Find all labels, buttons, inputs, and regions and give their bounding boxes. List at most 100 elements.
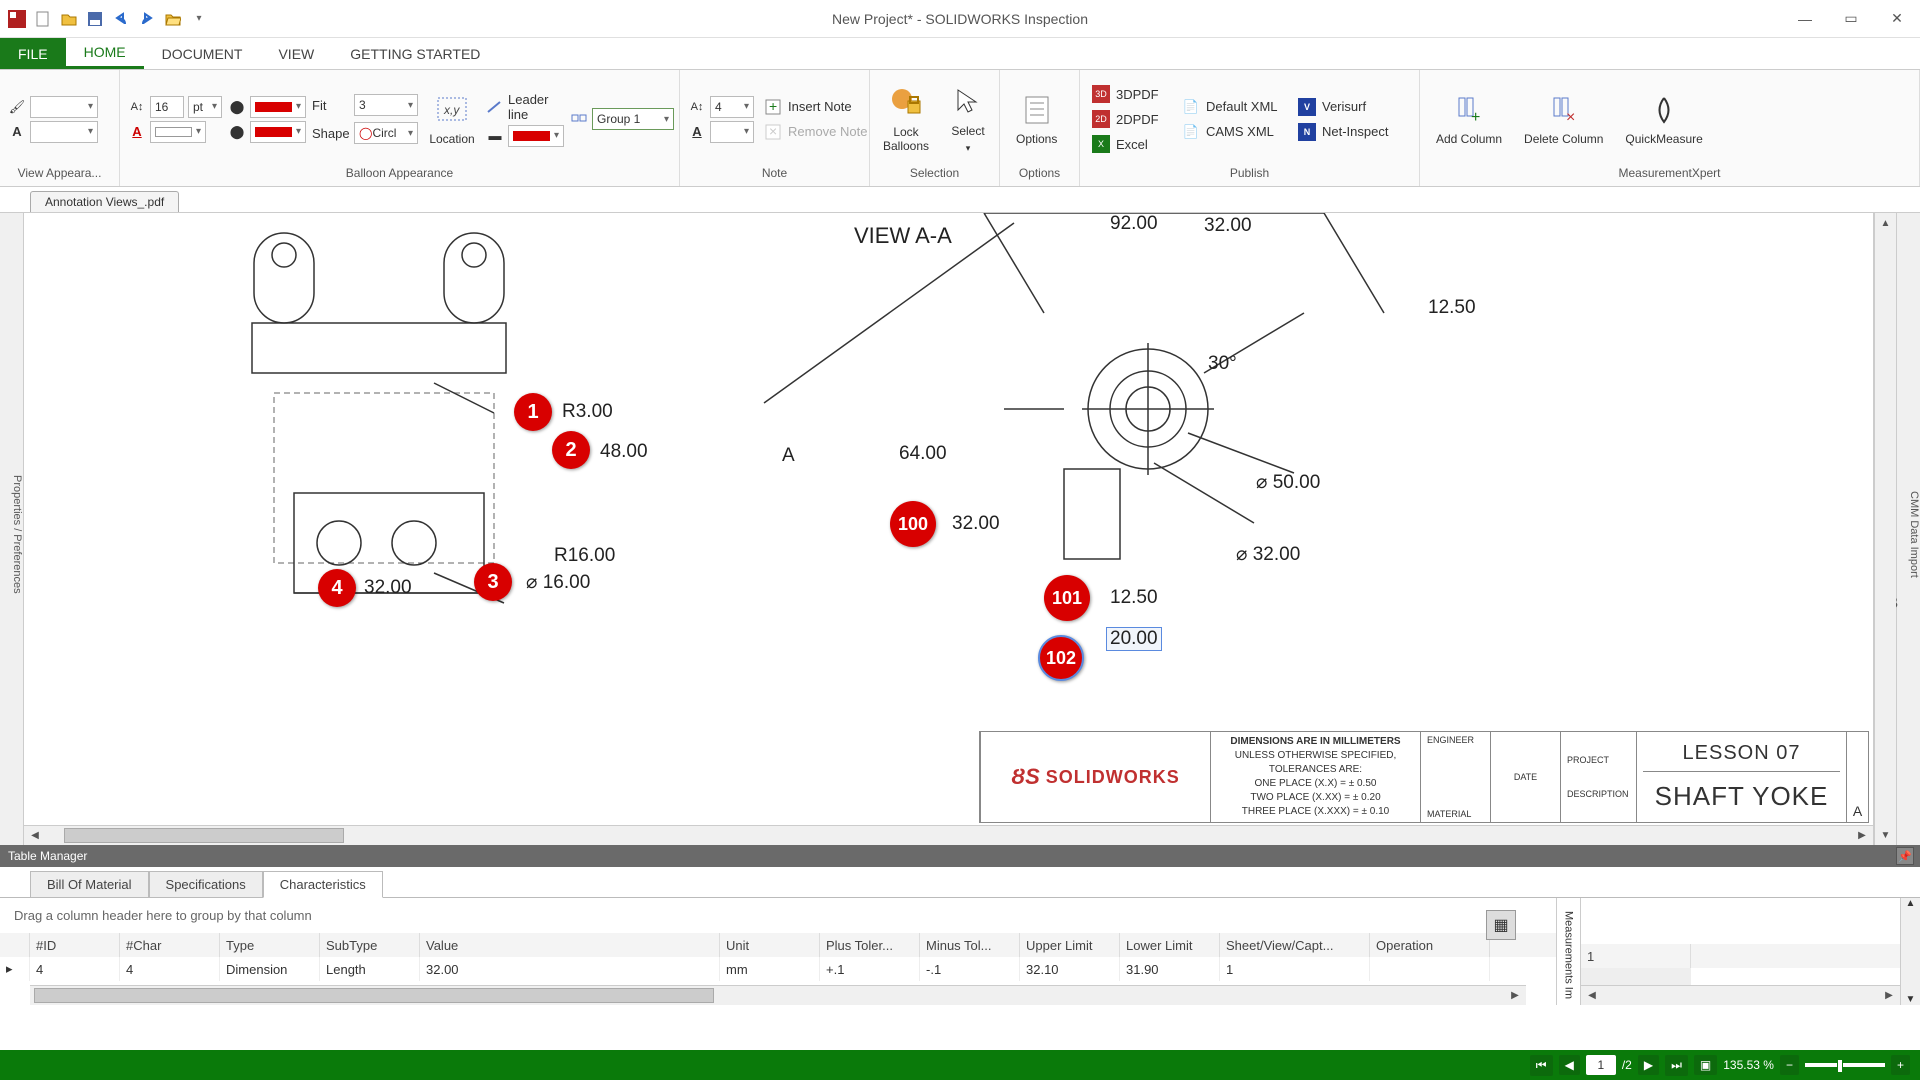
note-font-size[interactable]: 4	[710, 96, 754, 118]
quickmeasure-button[interactable]: QuickMeasure	[1617, 92, 1710, 146]
left-side-panel[interactable]: Properties / Preferences	[0, 213, 24, 845]
options-button[interactable]: Options	[1008, 92, 1065, 146]
nav-first-button[interactable]: ⏮	[1530, 1055, 1553, 1076]
balloon-102[interactable]: 102	[1038, 635, 1084, 681]
side-hscroll[interactable]: ◀▶	[1581, 985, 1900, 1005]
leader-line-toggle[interactable]: Leader line	[486, 92, 564, 122]
save-icon[interactable]	[84, 8, 106, 30]
balloon-2[interactable]: 2	[552, 431, 590, 469]
col-id[interactable]: #ID	[30, 933, 120, 957]
maximize-button[interactable]: ▭	[1828, 0, 1874, 38]
file-tab[interactable]: FILE	[0, 38, 66, 69]
col-lower[interactable]: Lower Limit	[1120, 933, 1220, 957]
zoom-slider[interactable]	[1805, 1063, 1885, 1067]
measurements-side-label[interactable]: Measurements Im	[1556, 898, 1580, 1005]
pub-netinspect-button[interactable]: NNet-Inspect	[1294, 121, 1394, 143]
delete-column-button[interactable]: ×Delete Column	[1516, 92, 1611, 146]
balloon-100[interactable]: 100	[890, 501, 936, 547]
right-panel-cmm[interactable]: CMM Data Import	[1908, 491, 1920, 578]
line-color-icon: ⬤	[228, 98, 246, 116]
document-tab-pdf[interactable]: Annotation Views_.pdf	[30, 191, 179, 212]
window-title: New Project* - SOLIDWORKS Inspection	[832, 11, 1088, 27]
remove-note-button[interactable]: ×Remove Note	[760, 121, 880, 143]
side-col[interactable]: 1	[1581, 944, 1691, 968]
shape-select[interactable]: ◯ Circl	[354, 122, 418, 144]
folder-open-icon[interactable]	[162, 8, 184, 30]
pub-excel-button[interactable]: XExcel	[1088, 133, 1172, 155]
col-subtype[interactable]: SubType	[320, 933, 420, 957]
col-value[interactable]: Value	[420, 933, 720, 957]
col-minus[interactable]: Minus Tol...	[920, 933, 1020, 957]
fill-color-icon: ⬤	[228, 123, 246, 141]
zoom-in-button[interactable]: +	[1891, 1055, 1910, 1075]
grid-hscroll[interactable]: ◀▶	[30, 985, 1526, 1005]
col-operation[interactable]: Operation	[1370, 933, 1490, 957]
pub-defaultxml-button[interactable]: 📄Default XML	[1178, 96, 1288, 118]
font-color-select[interactable]	[150, 121, 206, 143]
balloon-3[interactable]: 3	[474, 563, 512, 601]
font-size-input[interactable]: 16	[150, 96, 184, 118]
col-sheet[interactable]: Sheet/View/Capt...	[1220, 933, 1370, 957]
minimize-button[interactable]: —	[1782, 0, 1828, 38]
tab-characteristics[interactable]: Characteristics	[263, 871, 383, 898]
side-vscroll[interactable]: ▲▼	[1900, 898, 1920, 1005]
qat-customize-icon[interactable]: ▾	[188, 8, 210, 30]
location-icon: x,y	[434, 92, 470, 128]
netinspect-icon: N	[1298, 123, 1316, 141]
app-icon	[6, 8, 28, 30]
balloon-line-color[interactable]	[250, 96, 306, 118]
pub-2dpdf-button[interactable]: 2D2DPDF	[1088, 108, 1172, 130]
balloon-1[interactable]: 1	[514, 393, 552, 431]
col-unit[interactable]: Unit	[720, 933, 820, 957]
select-button[interactable]: Select▾	[940, 84, 996, 153]
note-color-select[interactable]	[710, 121, 754, 143]
dim-angle30: 30°	[1208, 353, 1237, 375]
column-chooser-button[interactable]: ▦	[1486, 910, 1516, 940]
fill-selector[interactable]	[30, 96, 98, 118]
close-button[interactable]: ✕	[1874, 0, 1920, 38]
location-button[interactable]: x,y Location	[424, 92, 480, 146]
redo-icon[interactable]	[136, 8, 158, 30]
insert-note-button[interactable]: +Insert Note	[760, 96, 880, 118]
table-manager-title: Table Manager	[8, 849, 87, 863]
getting-started-tab[interactable]: GETTING STARTED	[332, 38, 498, 69]
new-icon[interactable]	[32, 8, 54, 30]
pin-icon[interactable]: 📌	[1896, 847, 1914, 865]
balloon-4[interactable]: 4	[318, 569, 356, 607]
nav-next-button[interactable]: ▶	[1638, 1055, 1659, 1075]
nav-last-button[interactable]: ⏭	[1665, 1055, 1688, 1076]
undo-icon[interactable]	[110, 8, 132, 30]
brush-icon: 🖌	[8, 98, 26, 116]
canvas-hscroll[interactable]: ◀▶	[24, 825, 1873, 845]
tab-bom[interactable]: Bill Of Material	[30, 871, 149, 898]
col-type[interactable]: Type	[220, 933, 320, 957]
balloon-101[interactable]: 101	[1044, 575, 1090, 621]
add-column-button[interactable]: +Add Column	[1428, 92, 1510, 146]
char-a-icon: A	[8, 123, 26, 141]
col-upper[interactable]: Upper Limit	[1020, 933, 1120, 957]
fit-select[interactable]: 3	[354, 94, 418, 116]
pub-3dpdf-button[interactable]: 3D3DPDF	[1088, 83, 1172, 105]
home-tab[interactable]: HOME	[66, 38, 144, 69]
pub-camsxml-button[interactable]: 📄CAMS XML	[1178, 121, 1288, 143]
table-row[interactable]: ▸ 4 4 Dimension Length 32.00 mm +.1 -.1 …	[0, 957, 1556, 981]
text-style-selector[interactable]	[30, 121, 98, 143]
balloon-fill-color[interactable]	[250, 121, 306, 143]
leader-color-select[interactable]	[508, 125, 564, 147]
zoom-out-button[interactable]: −	[1780, 1055, 1799, 1075]
open-icon[interactable]	[58, 8, 80, 30]
nav-prev-button[interactable]: ◀	[1559, 1055, 1580, 1075]
page-input[interactable]: 1	[1586, 1055, 1616, 1075]
col-plus[interactable]: Plus Toler...	[820, 933, 920, 957]
group-select[interactable]: Group 1	[592, 108, 674, 130]
font-unit-select[interactable]: pt	[188, 96, 222, 118]
lock-balloons-button[interactable]: Lock Balloons	[878, 85, 934, 154]
pub-verisurf-button[interactable]: VVerisurf	[1294, 96, 1394, 118]
drawing-canvas[interactable]: 1 R3.00 2 48.00 R16.00 3 ⌀ 16.00 4 32.00…	[24, 213, 1874, 845]
fit-page-button[interactable]: ▣	[1694, 1055, 1717, 1075]
tab-specifications[interactable]: Specifications	[149, 871, 263, 898]
document-tab[interactable]: DOCUMENT	[144, 38, 261, 69]
view-tab[interactable]: VIEW	[260, 38, 332, 69]
col-char[interactable]: #Char	[120, 933, 220, 957]
canvas-vscroll[interactable]: ▲▼	[1874, 213, 1896, 845]
